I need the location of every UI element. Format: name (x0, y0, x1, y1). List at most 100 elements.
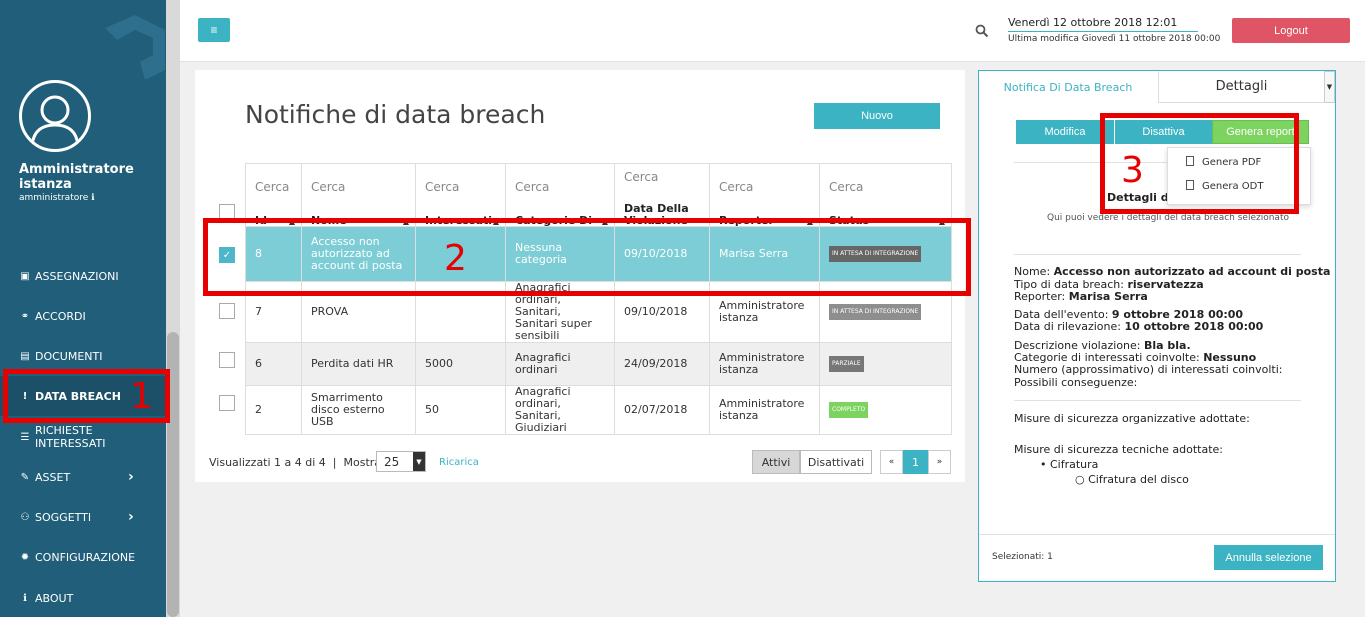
new-button[interactable]: Nuovo (814, 103, 940, 129)
column-search[interactable]: Cerca (311, 180, 345, 194)
logo-icon (105, 15, 165, 80)
user-silhouette-icon (30, 95, 80, 149)
row-checkbox[interactable] (219, 395, 235, 411)
cell-id: 2 (245, 385, 302, 435)
cell-data: 02/07/2018 (614, 385, 710, 435)
label: Misure di sicurezza organizzative adotta… (1014, 412, 1250, 425)
value: Accesso non autorizzato ad account di po… (1053, 265, 1331, 278)
filter-inactive-button[interactable]: Disattivati (800, 450, 872, 474)
page-title: Notifiche di data breach (245, 100, 546, 129)
cell-categorie: Anagrafici ordinari (505, 342, 615, 386)
pager-prev[interactable]: « (880, 450, 903, 474)
status-badge: IN ATTESA DI INTEGRAZIONE (829, 304, 922, 320)
cell-categorie: Anagrafici ordinari, Sanitari, Giudiziar… (505, 385, 615, 435)
detail-misure-org: Misure di sicurezza organizzative adotta… (1014, 413, 1250, 425)
current-date: Venerdì 12 ottobre 2018 12:01 (1008, 16, 1198, 32)
sidebar-item-assegnazioni[interactable]: ▣ ASSEGNAZIONI (0, 256, 166, 296)
table-info: Visualizzati 1 a 4 di 4 | Mostra: (209, 456, 385, 469)
row-checkbox[interactable] (219, 303, 235, 319)
building-icon: ▣ (20, 270, 30, 282)
cell-status: PARZIALE (819, 342, 952, 386)
page-size-value: 25 (384, 454, 400, 469)
label: Numero (approssimativo) di interessati c… (1014, 363, 1283, 376)
cell-status: COMPLETO (819, 385, 952, 435)
cell-data: 24/09/2018 (614, 342, 710, 386)
detail-conseguenze: Possibili conseguenze: (1014, 377, 1137, 389)
pager-next[interactable]: » (928, 450, 951, 474)
column-search[interactable]: Cerca (255, 180, 289, 194)
last-modified: Ultima modifica Giovedì 11 ottobre 2018 … (1008, 34, 1221, 44)
sidebar-item-soggetti[interactable]: ⚇ SOGGETTI › (0, 497, 166, 537)
list-icon: ☰ (20, 431, 30, 443)
sidebar-item-label: CONFIGURAZIONE (35, 550, 136, 564)
sidebar-item-about[interactable]: ℹ ABOUT (0, 578, 166, 617)
status-badge: PARZIALE (829, 356, 864, 372)
divider (979, 534, 1335, 535)
tab-notifica[interactable]: Notifica Di Data Breach (979, 71, 1157, 103)
row-checkbox[interactable] (219, 352, 235, 368)
sidebar-item-accordi[interactable]: ⚭ ACCORDI (0, 296, 166, 336)
handshake-icon: ⚭ (20, 310, 30, 322)
tab-dettagli[interactable]: Dettagli (1158, 71, 1324, 103)
reload-link[interactable]: Ricarica (439, 457, 479, 468)
edit-icon: ✎ (20, 471, 30, 483)
cell-interessati: 50 (415, 385, 506, 435)
user-role: amministratore ℹ (19, 193, 95, 203)
data-breach-table: Cerca Id ▲ Cerca Nome ▲ Cerca Interessati ▲ Ce… (245, 163, 952, 435)
value: 10 ottobre 2018 00:00 (1124, 320, 1264, 333)
label: Nome: (1014, 265, 1051, 278)
detail-subtitle: Qui puoi vedere i dettagli del data brea… (1047, 213, 1289, 223)
column-search[interactable]: Cerca (515, 180, 549, 194)
cell-nome: Perdita dati HR (301, 342, 416, 386)
tab-dropdown-icon[interactable]: ▼ (1324, 71, 1335, 103)
status-badge: COMPLETO (829, 402, 869, 418)
menu-toggle-button[interactable]: ≡ (198, 18, 230, 42)
sidebar-item-richieste-interessati[interactable]: ☰ RICHIESTE INTERESSATI (0, 417, 166, 457)
avatar (19, 80, 91, 152)
sidebar-item-configurazione[interactable]: ✹ CONFIGURAZIONE (0, 537, 166, 577)
annotation-number-1: 1 (130, 376, 153, 417)
detail-reporter: Reporter: Marisa Serra (1014, 291, 1148, 303)
column-search[interactable]: Cerca (829, 180, 863, 194)
annotation-box-2 (203, 218, 971, 296)
info-icon: ℹ (23, 592, 27, 604)
sidebar-item-label: ASSEGNAZIONI (35, 269, 119, 283)
annotation-number-2: 2 (444, 238, 467, 279)
sidebar-item-label: SOGGETTI (35, 510, 92, 524)
logout-button[interactable]: Logout (1232, 18, 1350, 43)
detail-misure-subitem: ○ Cifratura del disco (1075, 473, 1189, 486)
sidebar-item-label: RICHIESTE INTERESSATI (34, 424, 106, 450)
sidebar-item-label: ABOUT (35, 591, 74, 605)
sidebar-item-asset[interactable]: ✎ ASSET › (0, 457, 166, 497)
pager-current[interactable]: 1 (903, 450, 928, 474)
value: Marisa Serra (1068, 290, 1148, 303)
detail-nome: Nome: Accesso non autorizzato ad account… (1014, 266, 1330, 278)
annotation-number-3: 3 (1121, 150, 1144, 191)
users-icon: ⚇ (20, 511, 30, 523)
column-search[interactable]: Cerca (624, 170, 658, 184)
label: Misure di sicurezza tecniche adottate: (1014, 443, 1224, 456)
value: Cifratura (1050, 458, 1099, 471)
table-row[interactable]: 6 Perdita dati HR 5000 Anagrafici ordina… (245, 342, 952, 386)
detail-data-rilevazione: Data di rilevazione: 10 ottobre 2018 00:… (1014, 321, 1263, 333)
table-row[interactable]: 2 Smarrimento disco esterno USB 50 Anagr… (245, 385, 952, 435)
page-size-select[interactable]: 25 ▼ (376, 451, 426, 472)
cell-id: 6 (245, 342, 302, 386)
chevron-right-icon: › (128, 509, 134, 525)
cell-nome: Smarrimento disco esterno USB (301, 385, 416, 435)
column-search[interactable]: Cerca (719, 180, 753, 194)
detail-numero: Numero (approssimativo) di interessati c… (1014, 364, 1283, 376)
selected-count: Selezionati: 1 (992, 552, 1053, 562)
label: Reporter: (1014, 290, 1066, 303)
info-icon[interactable]: ℹ (91, 193, 94, 203)
chevron-down-icon: ▼ (413, 452, 425, 471)
document-icon: ▤ (20, 350, 30, 362)
clear-selection-button[interactable]: Annulla selezione (1214, 545, 1323, 570)
gear-icon: ✹ (20, 551, 30, 563)
user-name: Amministratore istanza (19, 162, 134, 192)
user-role-text: amministratore (19, 193, 89, 203)
filter-active-button[interactable]: Attivi (752, 450, 800, 474)
column-search[interactable]: Cerca (425, 180, 459, 194)
label: Data di rilevazione: (1014, 320, 1121, 333)
search-icon[interactable] (975, 24, 989, 38)
